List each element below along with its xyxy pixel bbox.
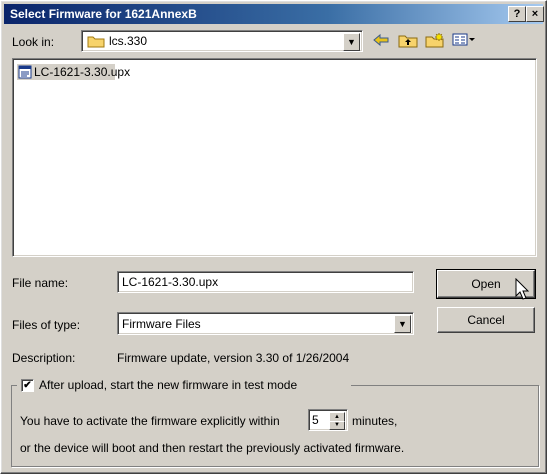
file-icon bbox=[18, 65, 32, 82]
test-mode-checkbox-label: After upload, start the new firmware in … bbox=[39, 378, 298, 392]
look-in-label: Look in: bbox=[12, 35, 55, 49]
look-in-combo[interactable]: lcs.330 ▼ bbox=[81, 30, 363, 52]
files-of-type-dropdown-button[interactable]: ▼ bbox=[394, 315, 411, 333]
mouse-cursor-icon bbox=[515, 277, 531, 305]
description-value: Firmware update, version 3.30 of 1/26/20… bbox=[117, 351, 350, 365]
file-name-value: LC-1621-3.30.upx bbox=[122, 275, 219, 289]
activation-text-suffix: minutes, bbox=[352, 414, 398, 428]
folder-icon bbox=[87, 34, 105, 51]
back-arrow-icon[interactable] bbox=[372, 32, 390, 51]
file-name-input[interactable]: LC-1621-3.30.upx bbox=[117, 271, 414, 293]
close-button[interactable]: × bbox=[526, 6, 544, 22]
files-of-type-combo[interactable]: Firmware Files ▼ bbox=[117, 312, 414, 335]
new-folder-icon[interactable] bbox=[425, 32, 445, 51]
view-menu-icon[interactable] bbox=[452, 33, 476, 50]
group-header: ✔ After upload, start the new firmware i… bbox=[17, 377, 351, 393]
cancel-button[interactable]: Cancel bbox=[437, 307, 535, 333]
look-in-dropdown-button[interactable]: ▼ bbox=[343, 33, 360, 51]
minutes-spinner[interactable]: 5 ▲ ▼ bbox=[308, 409, 348, 431]
title-bar[interactable]: Select Firmware for 1621AnnexB ? × bbox=[4, 4, 544, 24]
minutes-value: 5 bbox=[312, 413, 319, 427]
look-in-value: lcs.330 bbox=[109, 34, 148, 48]
file-name: LC-1621-3.30.upx bbox=[34, 65, 131, 79]
window-title: Select Firmware for 1621AnnexB bbox=[10, 7, 197, 21]
list-item[interactable]: LC-1621-3.30.upx bbox=[17, 64, 130, 82]
description-label: Description: bbox=[12, 351, 76, 365]
file-name-label: File name: bbox=[12, 276, 69, 290]
fallback-text: or the device will boot and then restart… bbox=[20, 441, 405, 455]
spinner-down-button[interactable]: ▼ bbox=[329, 421, 345, 430]
file-dialog-window: Select Firmware for 1621AnnexB ? × Look … bbox=[0, 0, 547, 474]
up-folder-icon[interactable] bbox=[398, 32, 418, 51]
help-button[interactable]: ? bbox=[508, 6, 526, 22]
activation-text-prefix: You have to activate the firmware explic… bbox=[20, 414, 280, 428]
file-list[interactable]: LC-1621-3.30.upx bbox=[12, 58, 537, 257]
files-of-type-value: Firmware Files bbox=[122, 317, 201, 331]
test-mode-checkbox[interactable]: ✔ bbox=[21, 379, 34, 392]
files-of-type-label: Files of type: bbox=[12, 318, 81, 332]
